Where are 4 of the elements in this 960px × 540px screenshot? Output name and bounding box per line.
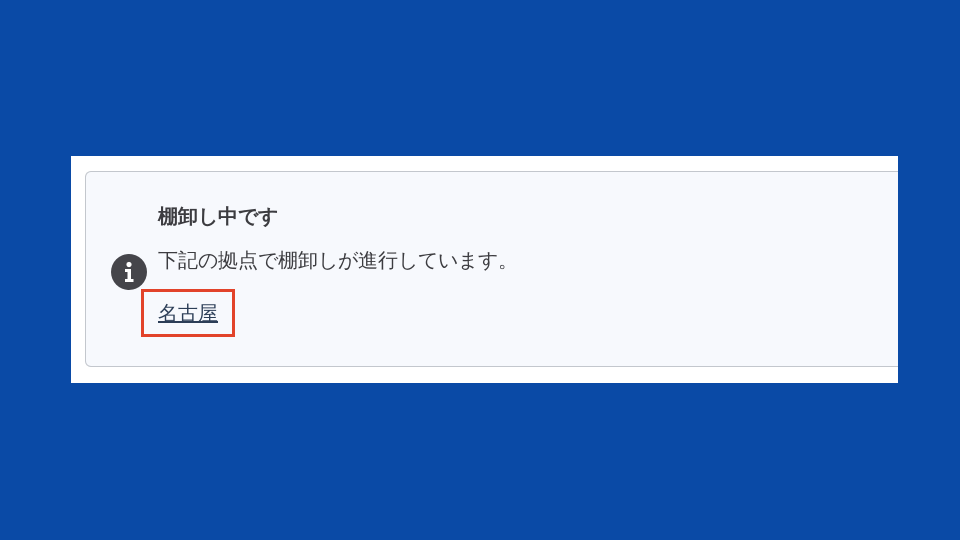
location-link[interactable]: 名古屋 — [141, 289, 235, 337]
alert-title: 棚卸し中です — [158, 203, 279, 230]
alert-message: 下記の拠点で棚卸しが進行しています。 — [158, 247, 518, 274]
info-icon — [110, 253, 148, 291]
